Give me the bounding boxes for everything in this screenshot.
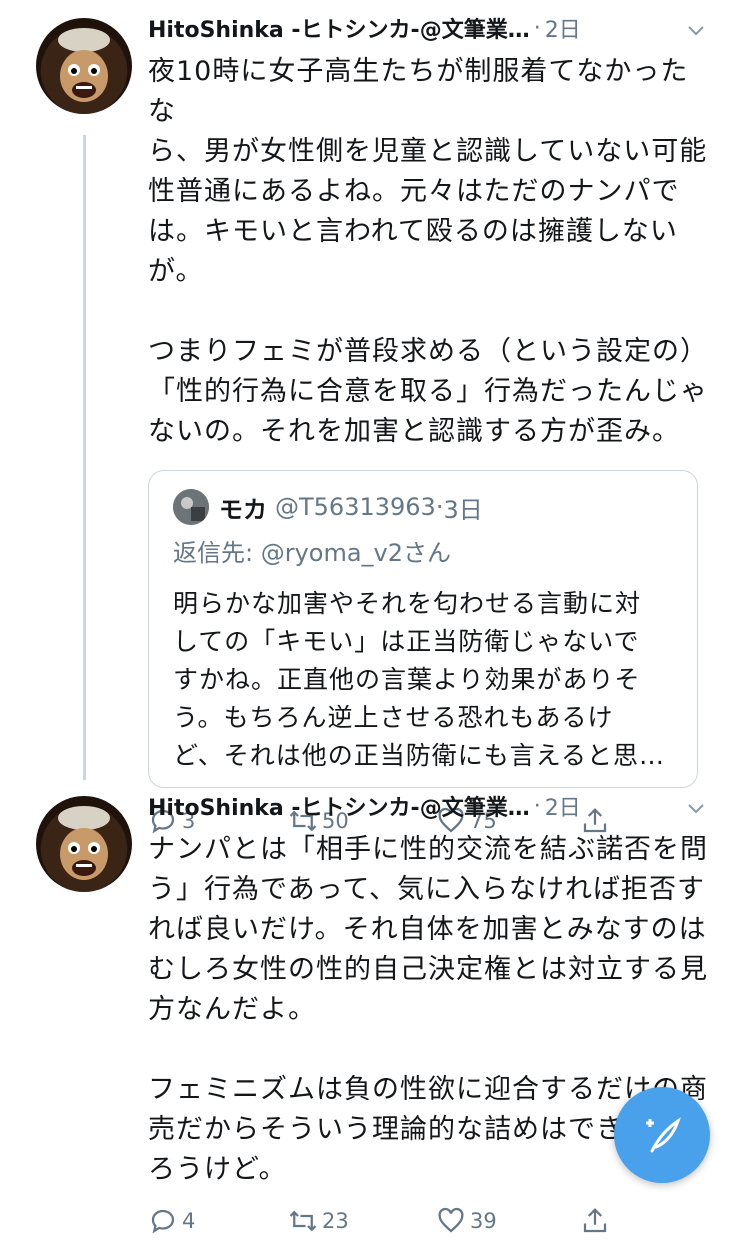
avatar[interactable] (36, 18, 132, 114)
timestamp[interactable]: 2日 (545, 790, 581, 822)
heart-icon (438, 1207, 464, 1233)
tweet-header: HitoShinka -ヒトシンカ-@文筆業… · 2日 (148, 8, 708, 48)
tweet-text: 夜10時に女子高生たちが制服着てなかったなら、男が女性側を児童と認識していない可… (148, 52, 708, 452)
author-name[interactable]: HitoShinka -ヒトシンカ-@文筆業… (148, 12, 530, 44)
chevron-down-icon[interactable] (684, 18, 708, 42)
chevron-down-icon[interactable] (684, 796, 708, 820)
quoted-author-name: モカ (219, 495, 267, 524)
like-button[interactable]: 39 (436, 1206, 497, 1236)
thread-connector-line (83, 135, 86, 780)
text-line: ど、それは他の正当防衛にも言えると思… (173, 741, 666, 770)
compose-tweet-button[interactable] (614, 1087, 710, 1183)
text-line (148, 292, 708, 332)
like-count: 39 (470, 1209, 497, 1233)
separator-dot: · (435, 493, 444, 521)
share-button[interactable] (580, 1206, 614, 1236)
text-line: 方なんだよ。 (148, 994, 316, 1025)
text-line: しての「キモい」は正当防衛じゃないで (173, 627, 640, 656)
text-line: れば良いだけ。それ自体を加害とみなすのは (148, 914, 707, 945)
text-line: は。キモいと言われて殴るのは擁護しない (148, 216, 678, 247)
tweet-actions: 4 23 39 (148, 1206, 708, 1256)
text-line: 性普通にあるよね。元々はただのナンパで (148, 176, 680, 207)
quoted-tweet[interactable]: モカ @T56313963 · 3日 返信先: @ryoma_v2さん 明らかな… (148, 470, 698, 788)
compose-feather-icon (646, 1117, 681, 1153)
quoted-avatar (173, 489, 209, 525)
reply-icon (151, 1209, 175, 1234)
avatar[interactable] (36, 796, 132, 892)
share-icon (583, 1208, 607, 1233)
quoted-timestamp: 3日 (443, 495, 483, 524)
text-line: う」行為であって、気に入らなければ拒否す (148, 874, 706, 905)
reply-button[interactable]: 4 (148, 1206, 195, 1236)
tweet-header: HitoShinka -ヒトシンカ-@文筆業… · 2日 (148, 786, 708, 826)
separator-dot: · (533, 793, 541, 819)
text-line: 夜10時に女子高生たちが制服着てなかったな (148, 56, 689, 127)
text-line: 「性的行為に合意を取る」行為だったんじゃ (148, 376, 708, 407)
text-line: ら、男が女性側を児童と認識していない可能 (148, 136, 708, 167)
text-line: つまりフェミが普段求める（という設定の） (148, 336, 708, 367)
retweet-button[interactable]: 23 (288, 1206, 349, 1236)
retweet-count: 23 (322, 1209, 349, 1233)
reply-count: 4 (182, 1209, 196, 1233)
quoted-tweet-text: 明らかな加害やそれを匂わせる言動に対 しての「キモい」は正当防衛じゃないで すかね。… (173, 585, 673, 775)
quoted-tweet-header: モカ @T56313963 · 3日 (173, 487, 673, 527)
text-line: 明らかな加害やそれを匂わせる言動に対 (173, 589, 642, 618)
author-name[interactable]: HitoShinka -ヒトシンカ-@文筆業… (148, 790, 530, 822)
text-line: すかね。正直他の言葉より効果がありそ (173, 665, 641, 694)
separator-dot: · (533, 15, 541, 41)
text-line (148, 1030, 708, 1070)
retweet-icon (289, 1210, 317, 1232)
timestamp[interactable]: 2日 (545, 12, 581, 44)
text-line: ないの。それを加害と認識する方が歪み。 (148, 416, 680, 447)
text-line: むしろ女性の性的自己決定権とは対立する見 (148, 954, 708, 985)
reply-to-label: 返信先: @ryoma_v2さん (173, 539, 452, 567)
text-line: う。もちろん逆上させる恐れもあるけ (173, 703, 614, 732)
text-line: が。 (148, 256, 204, 287)
text-line: ナンパとは「相手に性的交流を結ぶ諾否を問 (148, 834, 708, 865)
quoted-author-handle: @T56313963 (275, 493, 436, 521)
